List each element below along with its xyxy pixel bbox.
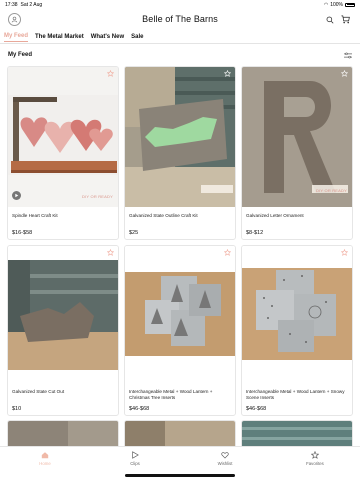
search-button[interactable]: [325, 15, 334, 24]
feed-header: My Feed: [8, 49, 352, 61]
product-card[interactable]: DIY OR READY Galvanized Letter Ornament …: [241, 66, 353, 240]
product-card[interactable]: Interchangeable Metal + Wood Lantern + S…: [241, 245, 353, 416]
product-price: $46-$68: [129, 406, 150, 412]
nav-wishlist[interactable]: Wishlist: [195, 451, 255, 466]
status-time: 17:38: [5, 1, 18, 8]
product-image: [242, 67, 352, 207]
product-card[interactable]: Galvanized State Cut Out $10: [7, 245, 119, 416]
star-icon: [311, 451, 319, 459]
battery-percent: 100%: [330, 1, 343, 8]
heart-icon: [221, 452, 229, 459]
wifi-icon: ◠: [323, 1, 329, 8]
play-icon: [132, 451, 139, 459]
product-image: [125, 67, 235, 207]
filter-button[interactable]: [344, 46, 352, 64]
product-price: $10: [12, 406, 22, 412]
product-card[interactable]: Galvanized State Outline Craft Kit $25: [124, 66, 236, 240]
tab-whats-new[interactable]: What's New: [91, 32, 124, 42]
product-image: [125, 246, 235, 380]
favorite-star-icon[interactable]: [224, 249, 231, 256]
product-card[interactable]: DIY OR READY Spindle Heart Craft Kit $16…: [7, 66, 119, 240]
product-price: $25: [129, 230, 139, 236]
product-price: $46-$68: [246, 406, 267, 412]
product-price: $16-$58: [12, 230, 33, 236]
product-price: $8-$12: [246, 230, 264, 236]
cart-icon: [341, 15, 350, 24]
product-title: Interchangeable Metal + Wood Lantern + S…: [246, 389, 345, 400]
favorite-star-icon[interactable]: [107, 249, 114, 256]
product-image: [242, 246, 352, 380]
favorite-star-icon[interactable]: [224, 70, 231, 77]
home-icon: [41, 452, 49, 459]
favorite-star-icon[interactable]: [341, 70, 348, 77]
nav-wishlist-label: Wishlist: [217, 461, 233, 466]
nav-clips-label: Clips: [130, 461, 140, 466]
search-icon: [326, 16, 333, 23]
home-indicator: [125, 474, 235, 477]
filter-icon: [344, 52, 352, 59]
cart-button[interactable]: [341, 15, 350, 24]
product-image: [8, 246, 118, 380]
favorite-star-icon[interactable]: [107, 70, 114, 77]
favorite-star-icon[interactable]: [341, 249, 348, 256]
top-bar: Belle of The Barns: [0, 10, 360, 30]
product-title: Galvanized State Cut Out: [12, 389, 65, 394]
nav-clips[interactable]: Clips: [105, 451, 165, 466]
battery-icon: [345, 2, 355, 7]
product-title: Interchangeable Metal + Wood Lantern + C…: [129, 389, 213, 400]
product-title: Galvanized State Outline Craft Kit: [129, 213, 198, 218]
product-card[interactable]: Interchangeable Metal + Wood Lantern + C…: [124, 245, 236, 416]
play-video-button[interactable]: [12, 191, 21, 200]
tab-sale[interactable]: Sale: [131, 32, 143, 42]
category-tabs: My Feed The Metal Market What's New Sale: [0, 30, 360, 44]
play-icon: [15, 193, 19, 198]
nav-favorites-label: Favorites: [306, 461, 324, 466]
nav-favorites[interactable]: Favorites: [285, 451, 345, 466]
tab-metal-market[interactable]: The Metal Market: [35, 32, 84, 42]
nav-home-label: Home: [39, 461, 51, 466]
feed-title: My Feed: [8, 52, 33, 58]
product-title: Spindle Heart Craft Kit: [12, 213, 58, 218]
product-tag: DIY OR READY: [82, 194, 113, 199]
product-tag: DIY OR READY: [316, 188, 347, 193]
tab-my-feed[interactable]: My Feed: [4, 31, 29, 42]
nav-home[interactable]: Home: [15, 451, 75, 466]
status-bar: 17:38 Sat 2 Aug ◠ 100%: [0, 0, 360, 9]
status-date: Sat 2 Aug: [20, 1, 43, 8]
page-title: Belle of The Barns: [142, 14, 218, 24]
product-title: Galvanized Letter Ornament: [246, 213, 304, 218]
product-image: [8, 67, 118, 207]
